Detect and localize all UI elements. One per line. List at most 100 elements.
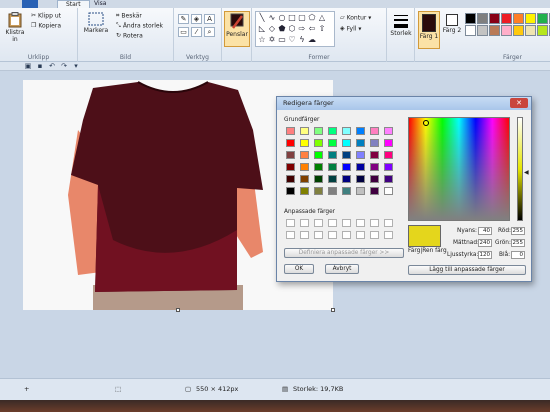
- brushes-button[interactable]: Penslar: [224, 11, 250, 47]
- canvas-resize-handle-corner[interactable]: [331, 308, 335, 312]
- palette-swatch[interactable]: [537, 13, 548, 24]
- basic-color-swatch[interactable]: [286, 187, 295, 195]
- qat-dropdown-icon[interactable]: ▾: [72, 63, 80, 70]
- tab-file[interactable]: [22, 0, 38, 8]
- magnifier-icon[interactable]: ⌕: [204, 27, 215, 37]
- basic-color-swatch[interactable]: [384, 127, 393, 135]
- pentagon-shape-icon[interactable]: ⬟: [277, 24, 287, 33]
- green-field[interactable]: 255: [511, 239, 525, 247]
- basic-color-swatch[interactable]: [356, 139, 365, 147]
- crop-button[interactable]: ⌗ Beskär: [116, 12, 142, 21]
- cancel-button[interactable]: Avbryt: [325, 264, 359, 274]
- custom-color-swatch[interactable]: [328, 219, 337, 227]
- luminance-slider[interactable]: [517, 117, 523, 221]
- basic-color-swatch[interactable]: [286, 127, 295, 135]
- custom-color-swatch[interactable]: [370, 231, 379, 239]
- basic-color-swatch[interactable]: [370, 151, 379, 159]
- basic-color-swatch[interactable]: [300, 187, 309, 195]
- basic-color-swatch[interactable]: [328, 175, 337, 183]
- hexagon-shape-icon[interactable]: ⬡: [287, 24, 297, 33]
- basic-color-swatch[interactable]: [384, 139, 393, 147]
- palette-swatch[interactable]: [477, 13, 488, 24]
- basic-color-swatch[interactable]: [342, 175, 351, 183]
- basic-color-swatch[interactable]: [286, 139, 295, 147]
- add-to-custom-colors-button[interactable]: Lägg till anpassade färger: [408, 265, 526, 275]
- size-button[interactable]: Storlek: [389, 13, 413, 37]
- ok-button[interactable]: OK: [284, 264, 314, 274]
- red-field[interactable]: 255: [511, 227, 525, 235]
- rotate-button[interactable]: ↻ Rotera: [116, 32, 143, 41]
- palette-swatch[interactable]: [525, 25, 536, 36]
- basic-color-swatch[interactable]: [384, 175, 393, 183]
- custom-color-swatch[interactable]: [384, 231, 393, 239]
- saturation-field[interactable]: 240: [478, 239, 492, 247]
- basic-color-swatch[interactable]: [328, 151, 337, 159]
- callout-shape-icon[interactable]: ▭: [277, 35, 287, 44]
- blue-field[interactable]: 0: [511, 251, 525, 259]
- basic-color-swatch[interactable]: [300, 151, 309, 159]
- triangle-shape-icon[interactable]: △: [317, 13, 327, 22]
- basic-color-swatch[interactable]: [328, 139, 337, 147]
- basic-color-swatch[interactable]: [370, 127, 379, 135]
- basic-color-swatch[interactable]: [356, 163, 365, 171]
- palette-swatch[interactable]: [537, 25, 548, 36]
- fill-bucket-icon[interactable]: ◈: [191, 14, 202, 24]
- basic-color-swatch[interactable]: [342, 151, 351, 159]
- paint-app-icon[interactable]: ▣: [24, 63, 32, 70]
- basic-color-swatch[interactable]: [342, 127, 351, 135]
- custom-color-swatch[interactable]: [300, 231, 309, 239]
- basic-color-swatch[interactable]: [314, 187, 323, 195]
- palette-swatch[interactable]: [465, 25, 476, 36]
- oval-shape-icon[interactable]: ○: [277, 13, 287, 22]
- basic-color-swatch[interactable]: [370, 187, 379, 195]
- basic-color-swatch[interactable]: [314, 151, 323, 159]
- palette-swatch[interactable]: [489, 25, 500, 36]
- basic-color-swatch[interactable]: [384, 151, 393, 159]
- rectangle-shape-icon[interactable]: □: [287, 13, 297, 22]
- custom-color-swatch[interactable]: [328, 231, 337, 239]
- redo-icon[interactable]: ↷: [60, 63, 68, 70]
- basic-color-swatch[interactable]: [286, 151, 295, 159]
- basic-color-swatch[interactable]: [384, 163, 393, 171]
- basic-color-swatch[interactable]: [328, 163, 337, 171]
- luminance-arrow-icon[interactable]: ◀: [524, 169, 529, 176]
- basic-color-swatch[interactable]: [328, 187, 337, 195]
- outline-dropdown[interactable]: ▱ Kontur ▾: [340, 14, 371, 23]
- basic-color-swatch[interactable]: [356, 151, 365, 159]
- color1-button[interactable]: Färg 1: [418, 11, 440, 49]
- basic-color-swatch[interactable]: [314, 139, 323, 147]
- tab-view[interactable]: Visa: [86, 0, 114, 8]
- palette-swatch[interactable]: [489, 13, 500, 24]
- resize-button[interactable]: ⤡ Ändra storlek: [116, 22, 163, 31]
- basic-color-swatch[interactable]: [356, 175, 365, 183]
- define-custom-colors-button[interactable]: Definiera anpassade färger >>: [284, 248, 404, 258]
- basic-color-swatch[interactable]: [328, 127, 337, 135]
- palette-swatch[interactable]: [465, 13, 476, 24]
- cloud-shape-icon[interactable]: ☁: [307, 35, 317, 44]
- right-triangle-shape-icon[interactable]: ◺: [257, 24, 267, 33]
- spectrum-crosshair[interactable]: [423, 120, 429, 126]
- copy-button[interactable]: ❐ Kopiera: [31, 22, 61, 31]
- undo-icon[interactable]: ↶: [48, 63, 56, 70]
- color-picker-icon[interactable]: ⁄: [191, 27, 202, 37]
- save-icon[interactable]: ▪: [36, 63, 44, 70]
- custom-color-swatch[interactable]: [300, 219, 309, 227]
- custom-color-swatch[interactable]: [342, 219, 351, 227]
- tab-start[interactable]: Start: [57, 0, 90, 8]
- color-spectrum[interactable]: [408, 117, 510, 221]
- dialog-close-button[interactable]: ✕: [510, 98, 528, 108]
- basic-color-swatch[interactable]: [356, 187, 365, 195]
- paste-button[interactable]: Klistra in: [3, 12, 27, 43]
- eraser-icon[interactable]: ▭: [178, 27, 189, 37]
- arrow-right-shape-icon[interactable]: ⇨: [297, 24, 307, 33]
- diamond-shape-icon[interactable]: ◇: [267, 24, 277, 33]
- palette-swatch[interactable]: [477, 25, 488, 36]
- star-six-shape-icon[interactable]: ✡: [267, 35, 277, 44]
- cut-button[interactable]: ✂ Klipp ut: [31, 12, 61, 21]
- basic-color-swatch[interactable]: [314, 163, 323, 171]
- custom-color-swatch[interactable]: [356, 231, 365, 239]
- basic-color-swatch[interactable]: [356, 127, 365, 135]
- palette-swatch[interactable]: [501, 25, 512, 36]
- canvas-resize-handle-bottom[interactable]: [176, 308, 180, 312]
- star-shape-icon[interactable]: ☆: [257, 35, 267, 44]
